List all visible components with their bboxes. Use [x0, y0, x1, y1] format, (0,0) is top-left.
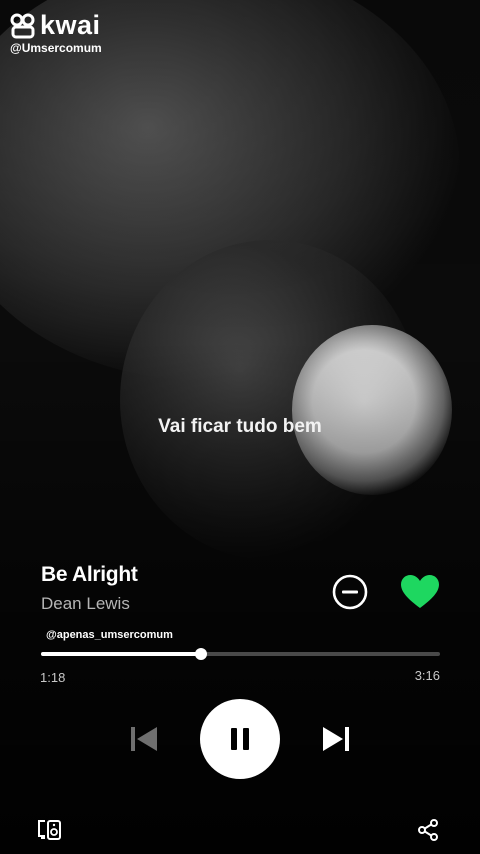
heart-icon [401, 575, 439, 608]
kwai-logo-icon [10, 13, 35, 38]
creator-tag: @apenas_umsercomum [46, 629, 173, 641]
watermark-handle: @Umsercomum [10, 41, 102, 55]
artist-name[interactable]: Dean Lewis [41, 594, 130, 614]
kwai-brand-text: kwai [40, 10, 101, 40]
previous-button[interactable] [128, 723, 160, 755]
kwai-logo: kwai [10, 10, 106, 41]
remove-button[interactable] [332, 574, 368, 610]
share-icon [418, 819, 438, 841]
devices-icon [38, 820, 61, 840]
devices-button[interactable] [36, 818, 62, 842]
time-total: 3:16 [414, 668, 440, 683]
lyric-line: Vai ficar tudo bem [158, 416, 322, 437]
minus-circle-icon [332, 574, 368, 610]
pause-icon [231, 728, 249, 750]
share-button[interactable] [416, 818, 440, 842]
time-elapsed: 1:18 [40, 670, 66, 685]
skip-next-icon [323, 727, 349, 751]
next-button[interactable] [320, 723, 352, 755]
kwai-watermark: kwai @Umsercomum [10, 10, 106, 55]
pause-button[interactable] [200, 699, 280, 779]
progress-fill [41, 652, 202, 656]
song-title: Be Alright [41, 563, 138, 586]
skip-previous-icon [131, 727, 157, 751]
like-button[interactable] [400, 574, 440, 610]
progress-bar[interactable] [41, 648, 440, 660]
